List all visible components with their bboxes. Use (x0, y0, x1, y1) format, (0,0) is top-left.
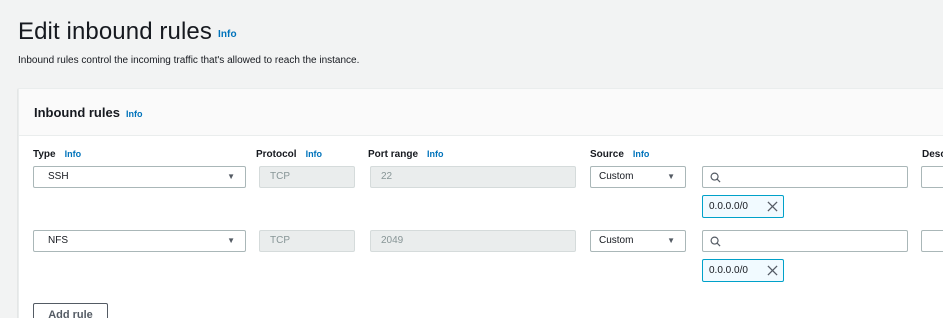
page-description: Inbound rules control the incoming traff… (18, 55, 360, 66)
add-rule-button[interactable]: Add rule (33, 303, 108, 318)
edit-inbound-rules-page: Edit inbound rules Info Inbound rules con… (0, 0, 943, 318)
panel-header: Inbound rules Info (19, 89, 943, 136)
rule-1-port-range-field: 22 (370, 166, 576, 188)
rule-1-cidr-token: 0.0.0.0/0 (702, 195, 784, 218)
panel-title: Inbound rules Info (34, 105, 142, 120)
rule-1-source-value: Custom (599, 171, 634, 182)
type-info-link[interactable]: Info (65, 149, 82, 159)
panel-title-text: Inbound rules (34, 105, 120, 120)
page-title: Edit inbound rules Info (18, 18, 237, 46)
port-range-info-link[interactable]: Info (427, 149, 444, 159)
rule-1-protocol-field: TCP (259, 166, 355, 188)
rule-2-type-value: NFS (48, 235, 68, 246)
dropdown-caret-icon: ▼ (227, 236, 235, 245)
rule-1-source-select[interactable]: Custom ▼ (590, 166, 686, 188)
column-header-protocol: Protocol Info (256, 149, 322, 160)
rule-2-description-input[interactable] (921, 230, 943, 252)
rule-1-cidr-value: 0.0.0.0/0 (709, 201, 748, 212)
column-header-port-range: Port range Info (368, 149, 444, 160)
column-header-source: Source Info (590, 149, 649, 160)
search-icon (710, 172, 721, 183)
protocol-info-link[interactable]: Info (306, 149, 323, 159)
rule-2-port-range-field: 2049 (370, 230, 576, 252)
remove-token-close-icon[interactable] (767, 201, 778, 212)
column-header-type-label: Type (33, 149, 56, 160)
source-info-link[interactable]: Info (633, 149, 650, 159)
rule-2-source-value: Custom (599, 235, 634, 246)
column-header-description: Desc (922, 149, 943, 160)
page-title-text: Edit inbound rules (18, 18, 212, 45)
rule-2-source-search-input[interactable] (702, 230, 908, 252)
column-header-type: Type Info (33, 149, 81, 160)
page-info-link[interactable]: Info (218, 29, 237, 40)
rule-2-type-select[interactable]: NFS ▼ (33, 230, 246, 252)
rule-1-source-search-input[interactable] (702, 166, 908, 188)
dropdown-caret-icon: ▼ (667, 236, 675, 245)
rule-2-source-select[interactable]: Custom ▼ (590, 230, 686, 252)
rule-1-description-input[interactable] (921, 166, 943, 188)
dropdown-caret-icon: ▼ (227, 172, 235, 181)
search-icon (710, 236, 721, 247)
column-header-port-range-label: Port range (368, 149, 419, 160)
inbound-rules-panel: Inbound rules Info (18, 88, 943, 318)
rule-2-cidr-token: 0.0.0.0/0 (702, 259, 784, 282)
remove-token-close-icon[interactable] (767, 265, 778, 276)
column-header-protocol-label: Protocol (256, 149, 297, 160)
rule-1-type-value: SSH (48, 171, 69, 182)
panel-info-link[interactable]: Info (126, 109, 143, 119)
dropdown-caret-icon: ▼ (667, 172, 675, 181)
column-header-source-label: Source (590, 149, 624, 160)
rule-1-type-select[interactable]: SSH ▼ (33, 166, 246, 188)
rule-2-protocol-field: TCP (259, 230, 355, 252)
rule-2-cidr-value: 0.0.0.0/0 (709, 265, 748, 276)
